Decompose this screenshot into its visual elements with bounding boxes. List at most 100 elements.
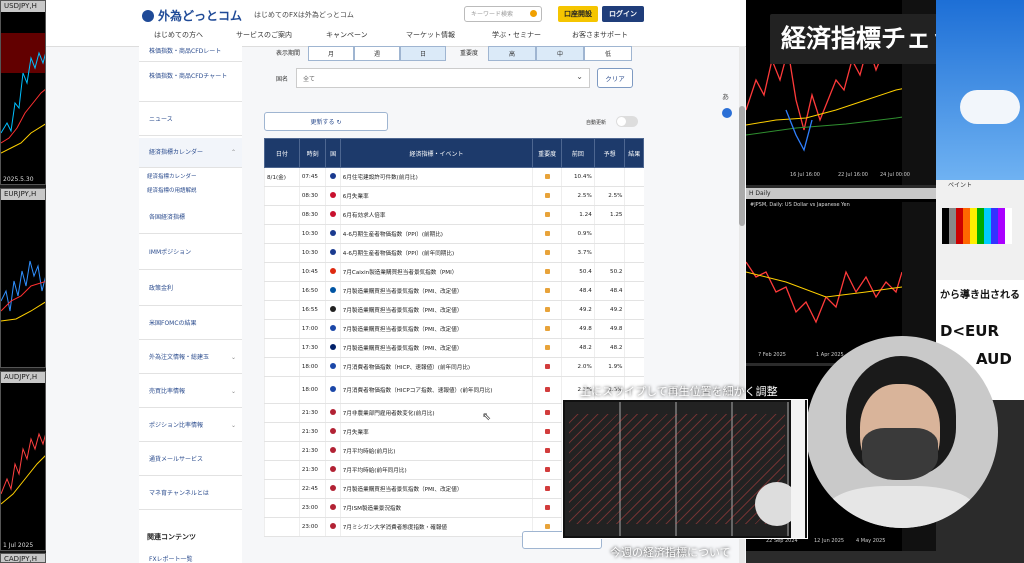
cell-country — [325, 205, 341, 225]
table-row[interactable]: 17:00 7月製造業購買担当者景気指数（PMI、改定値） 49.8 49.8 — [264, 319, 644, 339]
open-account-button[interactable]: 口座開設 — [558, 6, 598, 22]
related-link[interactable]: FXレポート一覧 — [149, 554, 193, 563]
nav-item-beginners[interactable]: はじめての方へ — [154, 30, 203, 40]
sidebar-item-policy-rate[interactable]: 政策金利 — [139, 272, 242, 306]
table-row[interactable]: 08:30 6月有効求人倍率 1.24 1.25 — [264, 205, 644, 225]
table-row[interactable]: 10:45 7月Caixin製造業購買担当者景気指数（PMI） 50.4 50.2 — [264, 262, 644, 282]
table-row[interactable]: 17:30 7月製造業購買担当者景気指数（PMI、改定値） 48.2 48.2 — [264, 338, 644, 358]
cell-event: 6月住宅建設許可件数(前月比) — [339, 167, 533, 187]
sidebar-item-channel[interactable]: マネ育チャンネルとは — [139, 478, 242, 510]
table-row[interactable]: 10:30 4-6月期生産者物価指数（PPI）(前年同期比) 3.7% — [264, 243, 644, 263]
sidebar-item-cfd-rate[interactable]: 株価指数・商品CFDレート — [139, 46, 242, 62]
nav-item-learn[interactable]: 学ぶ・セミナー — [492, 30, 541, 40]
cell-event: 4-6月期生産者物価指数（PPI）(前期比) — [339, 224, 533, 244]
sidebar-item-label: 米国FOMCの結果 — [149, 320, 197, 327]
assistant-icon[interactable] — [722, 108, 732, 118]
cell-date — [264, 281, 300, 301]
cell-country — [325, 262, 341, 282]
refresh-button[interactable]: 更新する ↻ — [264, 112, 388, 131]
logo-icon — [142, 10, 154, 22]
nav-item-market[interactable]: マーケット情報 — [406, 30, 455, 40]
period-week[interactable]: 週 — [354, 46, 400, 61]
cell-result — [624, 281, 644, 301]
cell-previous: 3.7% — [561, 243, 595, 263]
table-row[interactable]: 16:55 7月製造業購買担当者景気指数（PMI、改定値） 49.2 49.2 — [264, 300, 644, 320]
importance-mid[interactable]: 中 — [536, 46, 584, 61]
cell-previous: 2.0% — [561, 357, 595, 377]
country-select[interactable]: 全て ⌄ — [296, 68, 590, 88]
cell-importance — [532, 498, 562, 518]
sidebar-item-label: IMMポジション — [149, 249, 192, 256]
importance-low[interactable]: 低 — [584, 46, 632, 61]
cell-event: 7月消費者物価指数（HICP、速報値）(前年同月比) — [339, 357, 533, 377]
sidebar-item-mail[interactable]: 通貨メールサービス — [139, 444, 242, 476]
scrub-preview-thumbnail[interactable] — [562, 399, 808, 539]
cell-event: 7月消費者物価指数（HICPコア指数、速報値）(前年同月比) — [339, 376, 533, 404]
sidebar-item-fomc[interactable]: 米国FOMCの結果 — [139, 308, 242, 340]
importance-icon — [544, 523, 550, 529]
chart-window-cadjpy[interactable]: CADJPY,H — [0, 553, 46, 563]
nav-item-support[interactable]: お客さまサポート — [572, 30, 628, 40]
importance-high[interactable]: 高 — [488, 46, 536, 61]
sidebar-subitem-calendar[interactable]: 経済指標カレンダー — [147, 172, 197, 180]
col-forecast[interactable]: 予想 — [593, 138, 626, 168]
site-header: 外為どっとコム はじめてのFXは外為どっとコム キーワード検索 口座開設 ログイ… — [46, 0, 746, 47]
sidebar-subitem-glossary[interactable]: 経済指標の用語解説 — [147, 186, 197, 194]
nav-item-services[interactable]: サービスのご案内 — [236, 30, 292, 40]
cell-time: 23:00 — [298, 498, 326, 518]
col-date[interactable]: 日付 — [264, 138, 300, 168]
sidebar-item-orders[interactable]: 外為注文情報・総建玉 ⌄ — [139, 342, 242, 374]
table-row[interactable]: 8/1(金) 07:45 6月住宅建設許可件数(前月比) 10.4% — [264, 167, 644, 187]
login-button[interactable]: ログイン — [602, 6, 644, 22]
paint-window[interactable]: ペイント — [936, 180, 1024, 280]
sidebar-item-calendar[interactable]: 経済指標カレンダー ⌃ — [139, 138, 242, 168]
sidebar-item-label: 通貨メールサービス — [149, 456, 204, 463]
toggle-knob — [617, 117, 626, 126]
chart-window-usdjpy[interactable]: USDJPY,H 2025.5.30 — [0, 0, 46, 185]
chart-window-eurjpy[interactable]: EURJPY,H — [0, 188, 46, 368]
sidebar-item-position[interactable]: ポジション比率情報 ⌄ — [139, 410, 242, 442]
related-heading: 関連コンテンツ — [147, 533, 196, 541]
country-flag-icon — [330, 230, 337, 236]
col-importance[interactable]: 重要度 — [532, 138, 562, 168]
cell-event: 6月失業率 — [339, 186, 533, 206]
slide-text: から導き出される — [940, 290, 1020, 301]
scrollbar-thumb[interactable] — [739, 106, 745, 226]
col-time[interactable]: 時刻 — [298, 138, 327, 168]
table-row[interactable]: 10:30 4-6月期生産者物価指数（PPI）(前期比) 0.9% — [264, 224, 644, 244]
col-country[interactable]: 国 — [325, 138, 341, 168]
col-result[interactable]: 結果 — [624, 138, 644, 168]
color-palette[interactable] — [942, 208, 1012, 244]
chart-date: 1 Jul 2025 — [3, 542, 34, 549]
search-icon[interactable] — [530, 10, 537, 17]
period-day[interactable]: 日 — [400, 46, 446, 61]
chart-window-title: USDJPY,H — [1, 1, 45, 12]
sidebar-item-country[interactable]: 各国経済指標 — [139, 202, 242, 234]
sidebar-item-cfd-chart[interactable]: 株価指数・商品CFDチャート — [139, 64, 242, 102]
table-row[interactable]: 08:30 6月失業率 2.5% 2.5% — [264, 186, 644, 206]
cell-date: 8/1(金) — [264, 167, 300, 187]
sidebar-item-ratio[interactable]: 売買比率情報 ⌄ — [139, 376, 242, 408]
sidebar-item-news[interactable]: ニュース — [139, 104, 242, 136]
table-row[interactable]: 16:50 7月製造業購買担当者景気指数（PMI、改定値） 48.4 48.4 — [264, 281, 644, 301]
table-row[interactable]: 18:00 7月消費者物価指数（HICP、速報値）(前年同月比) 2.0% 1.9% — [264, 357, 644, 377]
sidebar-item-imm[interactable]: IMMポジション — [139, 236, 242, 270]
country-flag-icon — [330, 192, 337, 198]
cell-event: 7月ミシガン大学消費者態度指数・確報値 — [339, 517, 533, 537]
chart-window-audjpy[interactable]: AUDJPY,H 1 Jul 2025 — [0, 371, 46, 551]
cell-previous: 2.5% — [561, 186, 595, 206]
period-month[interactable]: 月 — [308, 46, 354, 61]
nav-item-campaign[interactable]: キャンペーン — [326, 30, 368, 40]
chevron-down-icon: ⌄ — [230, 354, 236, 361]
clear-button[interactable]: クリア — [597, 68, 633, 88]
col-event[interactable]: 経済指標・イベント — [339, 138, 534, 168]
translate-icon[interactable]: あ — [722, 92, 732, 102]
importance-icon — [544, 192, 550, 198]
chevron-up-icon: ⌃ — [230, 149, 236, 156]
thumbnail-sidebar — [791, 400, 805, 538]
auto-refresh-toggle[interactable] — [616, 116, 638, 127]
site-logo[interactable]: 外為どっとコム — [142, 7, 242, 24]
cell-forecast — [593, 167, 625, 187]
col-previous[interactable]: 前回 — [561, 138, 595, 168]
cell-time: 21:30 — [298, 441, 326, 461]
